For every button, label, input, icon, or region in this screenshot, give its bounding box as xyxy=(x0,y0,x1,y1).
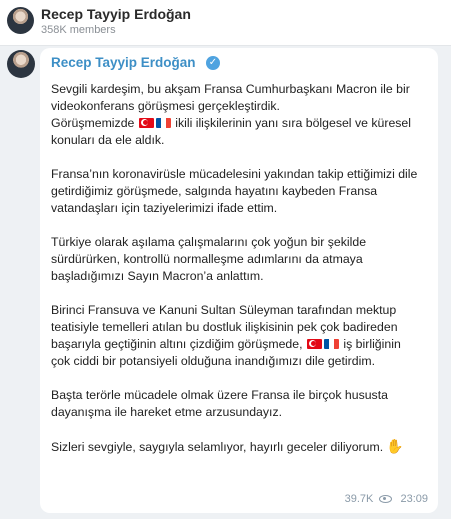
text-line: Türkiye olarak aşılama çalışmalarını çok… xyxy=(51,235,367,249)
paragraph-3: Türkiye olarak aşılama çalışmalarını çok… xyxy=(51,234,431,285)
text-line: Sevgili kardeşim, bu akşam Fransa Cumhur… xyxy=(51,82,410,96)
view-count: 39.7K xyxy=(344,493,374,506)
text-line: Sizleri sevgiyle, saygıyla selamlıyor, h… xyxy=(51,438,431,455)
sender-avatar[interactable] xyxy=(7,50,35,78)
paragraph-6: Sizleri sevgiyle, saygıyla selamlıyor, h… xyxy=(51,438,431,455)
text-line: dayanışma ile hareket etme arzusundayız. xyxy=(51,405,283,419)
text-line: Başta terörle mücadele olmak üzere Frans… xyxy=(51,388,388,402)
text-line: videokonferans görüşmesi gerçekleştirdik… xyxy=(51,99,280,113)
text-line: sürdürürken, kontrollü normalleşme adıml… xyxy=(51,252,363,266)
message-text: Sevgili kardeşim, bu akşam Fransa Cumhur… xyxy=(51,81,431,472)
paragraph-4: Birinci Fransuva ve Kanuni Sultan Süleym… xyxy=(51,302,431,370)
paragraph-2: Fransa’nın koronavirüsle mücadelesini ya… xyxy=(51,166,431,217)
text-segment: Görüşmemizde xyxy=(51,116,135,130)
text-segment: ikili ilişkilerinin yanı sıra bölgesel v… xyxy=(175,116,412,130)
turkey-flag-icon xyxy=(138,118,154,128)
text-segment: Sizleri sevgiyle, saygıyla selamlıyor, h… xyxy=(51,440,384,454)
france-flag-icon xyxy=(323,339,339,349)
paragraph-1: Sevgili kardeşim, bu akşam Fransa Cumhur… xyxy=(51,81,431,149)
france-flag-icon xyxy=(155,118,171,128)
text-line: Birinci Fransuva ve Kanuni Sultan Süleym… xyxy=(51,303,397,317)
text-line: Görüşmemizde ikili ilişkilerinin yanı sı… xyxy=(51,115,431,132)
waving-hand-icon: ✋ xyxy=(386,438,404,454)
message-meta: 39.7K 23:09 xyxy=(345,493,428,507)
text-segment: başarıyla geçtiğinin altını çizdiğim gör… xyxy=(51,337,303,351)
sender-name[interactable]: Recep Tayyip Erdoğan xyxy=(51,55,196,70)
eye-icon xyxy=(379,495,393,504)
paragraph-5: Başta terörle mücadele olmak üzere Frans… xyxy=(51,387,431,421)
text-line: konuları da ele aldık. xyxy=(51,133,165,147)
channel-avatar[interactable] xyxy=(7,7,34,34)
message-time: 23:09 xyxy=(400,493,428,506)
text-line: başladığımızı Sayın Macron’a anlattım. xyxy=(51,269,264,283)
member-count: 358K members xyxy=(41,24,116,36)
text-line: çok ciddi bir potansiyeli olduğuna inand… xyxy=(51,354,375,368)
text-line: başarıyla geçtiğinin altını çizdiğim gör… xyxy=(51,336,431,353)
text-line: teatisiyle temelleri atılan bu dostluk i… xyxy=(51,320,398,334)
chat-header[interactable]: Recep Tayyip Erdoğan 358K members xyxy=(0,0,451,46)
text-line: vatandaşları için taziyelerimizi ifade e… xyxy=(51,201,278,215)
message-bubble: Recep Tayyip Erdoğan ✓ Sevgili kardeşim,… xyxy=(40,48,438,513)
verified-icon: ✓ xyxy=(206,56,220,70)
text-line: Fransa’nın koronavirüsle mücadelesini ya… xyxy=(51,167,418,181)
channel-title[interactable]: Recep Tayyip Erdoğan xyxy=(41,6,191,22)
turkey-flag-icon xyxy=(306,339,322,349)
text-line: getirdiğimiz görüşmede, salgında hayatın… xyxy=(51,184,378,198)
text-segment: iş birliğinin xyxy=(343,337,401,351)
